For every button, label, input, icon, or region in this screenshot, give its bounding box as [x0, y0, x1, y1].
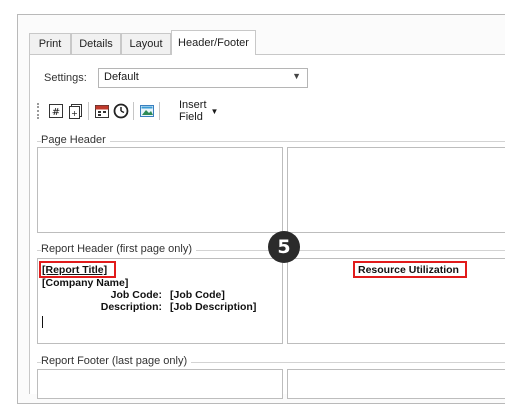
report-footer-right-pane[interactable] [287, 369, 505, 399]
report-footer-label: Report Footer (last page only) [41, 355, 192, 367]
settings-label: Settings: [44, 72, 87, 84]
chevron-down-icon: ▼ [210, 106, 219, 116]
report-header-label: Report Header (first page only) [41, 243, 197, 255]
job-code-label: Job Code: [110, 289, 162, 301]
description-label: Description: [100, 301, 162, 313]
text-cursor [42, 316, 43, 328]
toolbar-separator [88, 102, 89, 120]
image-icon[interactable] [138, 102, 156, 120]
svg-text:+: + [71, 109, 78, 118]
tab-details[interactable]: Details [71, 33, 121, 54]
company-name-field[interactable]: [Company Name] [42, 277, 128, 289]
highlight-box-report-title [39, 261, 116, 278]
total-pages-icon[interactable]: + [67, 102, 85, 120]
time-icon[interactable] [112, 102, 130, 120]
chevron-down-icon: ▼ [292, 71, 301, 81]
settings-dropdown[interactable]: Default ▼ [98, 68, 308, 88]
report-footer-left-pane[interactable] [37, 369, 283, 399]
insert-field-label: Insert Field [179, 99, 207, 123]
page-number-icon[interactable]: # [47, 102, 65, 120]
insert-field-button[interactable]: Insert Field ▼ [179, 99, 219, 123]
tab-print[interactable]: Print [29, 33, 71, 54]
toolbar-separator [133, 102, 134, 120]
page-header-right-pane[interactable] [287, 147, 505, 233]
date-icon[interactable] [93, 102, 111, 120]
highlight-box-resource-utilization [353, 261, 467, 278]
job-code-field[interactable]: [Job Code] [170, 289, 225, 301]
tab-header-footer[interactable]: Header/Footer [171, 30, 256, 55]
job-description-field[interactable]: [Job Description] [170, 301, 256, 313]
page-header-left-pane[interactable] [37, 147, 283, 233]
tab-layout[interactable]: Layout [121, 33, 171, 54]
toolbar-separator [159, 102, 160, 120]
svg-text:#: # [52, 107, 60, 118]
page-header-label: Page Header [41, 134, 110, 146]
toolbar-grip[interactable] [37, 103, 40, 119]
settings-value: Default [104, 71, 139, 83]
step-number-badge: 5 [268, 231, 300, 263]
